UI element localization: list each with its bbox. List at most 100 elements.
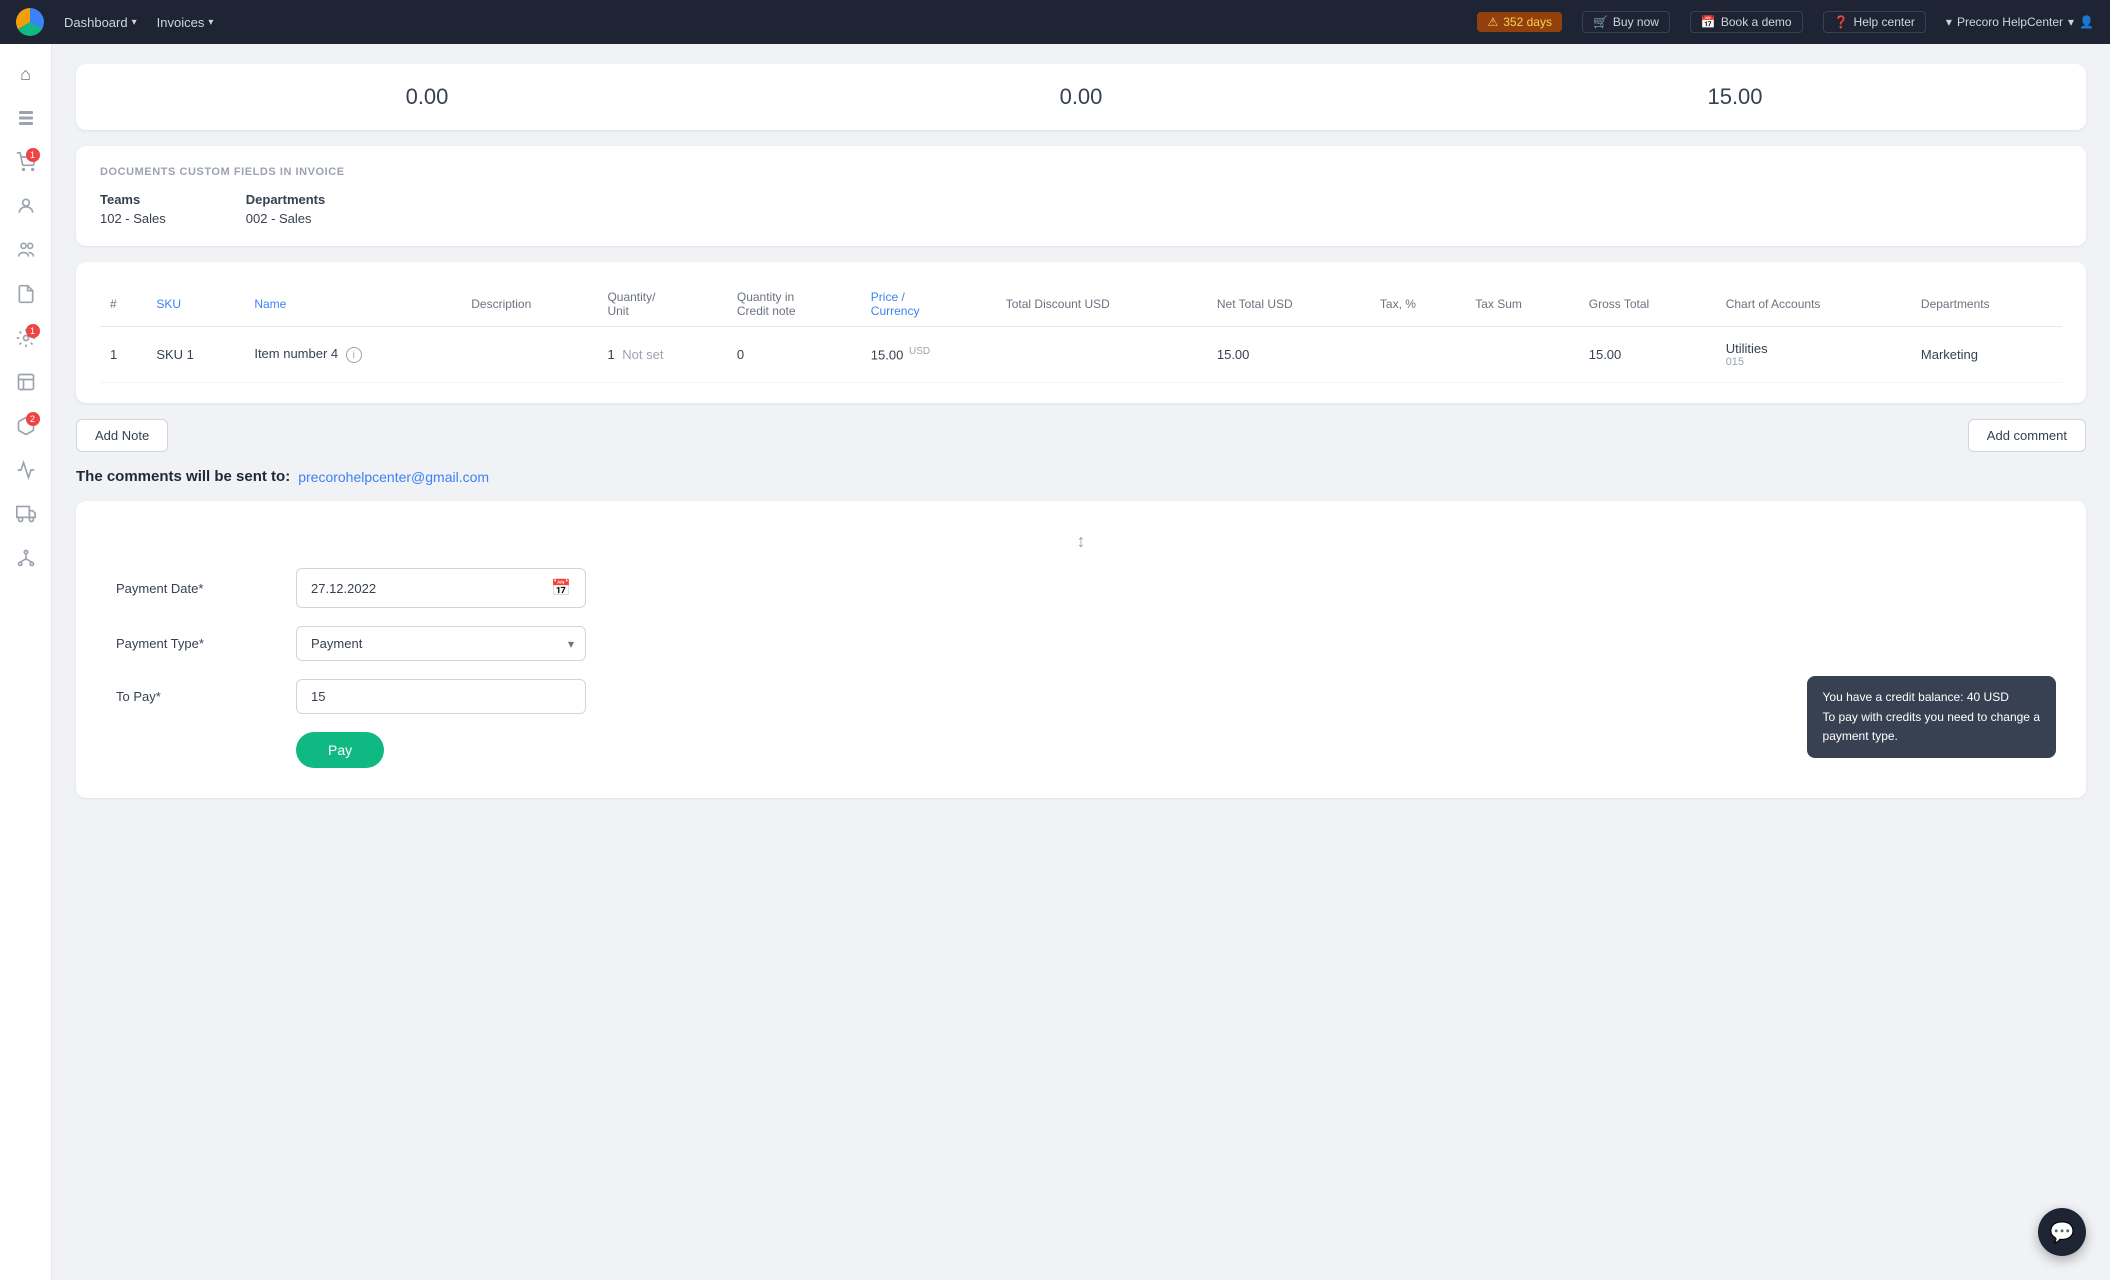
- buy-now-button[interactable]: 🛒 Buy now: [1582, 11, 1670, 33]
- col-departments: Departments: [1911, 282, 2062, 327]
- invoice-table: # SKU Name Description Quantity/Unit Qua…: [100, 282, 2062, 383]
- custom-fields-card: DOCUMENTS CUSTOM FIELDS IN INVOICE Teams…: [76, 146, 2086, 246]
- payment-date-input[interactable]: 27.12.2022 📅: [296, 568, 586, 608]
- col-chart: Chart of Accounts: [1716, 282, 1911, 327]
- row-tax-sum: [1465, 327, 1578, 383]
- departments-label: Departments: [246, 192, 325, 207]
- table-row: 1 SKU 1 Item number 4 i 1 Not set 0: [100, 327, 2062, 383]
- cart-nav-icon: 🛒: [1593, 15, 1608, 29]
- calendar-icon[interactable]: 📅: [551, 578, 571, 598]
- actions-row: Add Note Add comment: [76, 419, 2086, 452]
- chat-icon: 💬: [2050, 1220, 2075, 1245]
- pay-button-row: Pay: [116, 732, 2046, 768]
- sidebar-item-integrations[interactable]: [8, 540, 44, 576]
- number-col2: 0.00: [754, 84, 1408, 110]
- col-description: Description: [461, 282, 597, 327]
- payment-type-select-wrapper: Payment Credit ▾: [296, 626, 586, 661]
- row-discount: [996, 327, 1207, 383]
- row-description: [461, 327, 597, 383]
- col-net-total: Net Total USD: [1207, 282, 1370, 327]
- user-menu[interactable]: ▾ Precoro HelpCenter ▾ 👤: [1946, 15, 2094, 29]
- col-quantity: Quantity/Unit: [597, 282, 726, 327]
- sidebar-item-orders[interactable]: [8, 100, 44, 136]
- sidebar-item-settings[interactable]: 1: [8, 320, 44, 356]
- row-chart-accounts: Utilities 015: [1716, 327, 1911, 383]
- comments-sent-email[interactable]: precorohelpcenter@gmail.com: [298, 469, 489, 485]
- col-sku: SKU: [146, 282, 244, 327]
- sidebar-item-home[interactable]: ⌂: [8, 56, 44, 92]
- row-quantity: 1 Not set: [597, 327, 726, 383]
- payment-type-row: Payment Type* Payment Credit ▾: [116, 626, 2046, 661]
- numbers-card: 0.00 0.00 15.00: [76, 64, 2086, 130]
- precoro-logo-icon[interactable]: [16, 8, 44, 36]
- chat-bubble-button[interactable]: 💬: [2038, 1208, 2086, 1256]
- sidebar-item-document[interactable]: [8, 276, 44, 312]
- number-col1: 0.00: [100, 84, 754, 110]
- credit-tooltip: You have a credit balance: 40 USD To pay…: [1807, 676, 2056, 758]
- help-center-button[interactable]: ❓ Help center: [1823, 11, 1926, 33]
- col-credit-note: Quantity inCredit note: [727, 282, 861, 327]
- to-pay-label: To Pay*: [116, 689, 276, 704]
- row-departments: Marketing: [1911, 327, 2062, 383]
- sidebar-item-users[interactable]: [8, 232, 44, 268]
- custom-fields-title: DOCUMENTS CUSTOM FIELDS IN INVOICE: [100, 166, 2062, 178]
- sidebar-item-face[interactable]: [8, 188, 44, 224]
- row-tax-pct: [1370, 327, 1465, 383]
- col-price: Price /Currency: [861, 282, 996, 327]
- item-info-icon[interactable]: i: [346, 347, 362, 363]
- book-demo-button[interactable]: 📅 Book a demo: [1690, 11, 1803, 33]
- user-avatar-icon: 👤: [2079, 15, 2094, 29]
- row-num: 1: [100, 327, 146, 383]
- comments-sent-section: The comments will be sent to: precorohel…: [76, 468, 2086, 485]
- sidebar-item-analytics[interactable]: [8, 452, 44, 488]
- main-content: 0.00 0.00 15.00 DOCUMENTS CUSTOM FIELDS …: [52, 44, 2110, 1280]
- payment-date-label: Payment Date*: [116, 581, 276, 596]
- sidebar: ⌂ 1 1 2: [0, 44, 52, 1280]
- invoices-nav-item[interactable]: Invoices ▾: [157, 15, 214, 30]
- numbers-row: 0.00 0.00 15.00: [100, 84, 2062, 110]
- col-gross: Gross Total: [1579, 282, 1716, 327]
- sidebar-item-catalog[interactable]: 2: [8, 408, 44, 444]
- to-pay-row: To Pay*: [116, 679, 2046, 714]
- custom-field-departments: Departments 002 - Sales: [246, 192, 325, 226]
- add-comment-button[interactable]: Add comment: [1968, 419, 2086, 452]
- col-num: #: [100, 282, 146, 327]
- sidebar-item-budget[interactable]: [8, 364, 44, 400]
- to-pay-input[interactable]: [296, 679, 586, 714]
- help-nav-icon: ❓: [1834, 15, 1849, 29]
- chevron-down-icon: ▾: [1946, 15, 1952, 29]
- warning-icon: ⚠: [1487, 15, 1498, 29]
- number-col3: 15.00: [1408, 84, 2062, 110]
- chevron-down-icon: ▾: [208, 17, 213, 28]
- col-tax-pct: Tax, %: [1370, 282, 1465, 327]
- top-nav: Dashboard ▾ Invoices ▾ ⚠ 352 days 🛒 Buy …: [0, 0, 2110, 44]
- chevron-down-icon: ▾: [2068, 15, 2074, 29]
- custom-field-teams: Teams 102 - Sales: [100, 192, 166, 226]
- comments-sent-label: The comments will be sent to:: [76, 468, 290, 485]
- col-discount: Total Discount USD: [996, 282, 1207, 327]
- row-gross: 15.00: [1579, 327, 1716, 383]
- payment-date-row: Payment Date* 27.12.2022 📅: [116, 568, 2046, 608]
- payment-type-select[interactable]: Payment Credit: [296, 626, 586, 661]
- resize-handle[interactable]: ↕: [116, 531, 2046, 552]
- calendar-nav-icon: 📅: [1701, 15, 1716, 29]
- trial-warning[interactable]: ⚠ 352 days: [1477, 12, 1561, 32]
- dashboard-nav-item[interactable]: Dashboard ▾: [64, 15, 137, 30]
- invoice-table-card: # SKU Name Description Quantity/Unit Qua…: [76, 262, 2086, 403]
- row-net-total: 15.00: [1207, 327, 1370, 383]
- custom-fields-grid: Teams 102 - Sales Departments 002 - Sale…: [100, 192, 2062, 226]
- row-credit-note: 0: [727, 327, 861, 383]
- sidebar-item-cart[interactable]: 1: [8, 144, 44, 180]
- col-name: Name: [244, 282, 461, 327]
- payment-type-label: Payment Type*: [116, 636, 276, 651]
- chevron-down-icon: ▾: [132, 17, 137, 28]
- departments-value: 002 - Sales: [246, 211, 325, 226]
- row-price: 15.00 USD: [861, 327, 996, 383]
- row-name: Item number 4 i: [244, 327, 461, 383]
- teams-label: Teams: [100, 192, 166, 207]
- add-note-button[interactable]: Add Note: [76, 419, 168, 452]
- teams-value: 102 - Sales: [100, 211, 166, 226]
- payment-card: ↕ Payment Date* 27.12.2022 📅 Payment Typ…: [76, 501, 2086, 798]
- sidebar-item-delivery[interactable]: [8, 496, 44, 532]
- pay-button[interactable]: Pay: [296, 732, 384, 768]
